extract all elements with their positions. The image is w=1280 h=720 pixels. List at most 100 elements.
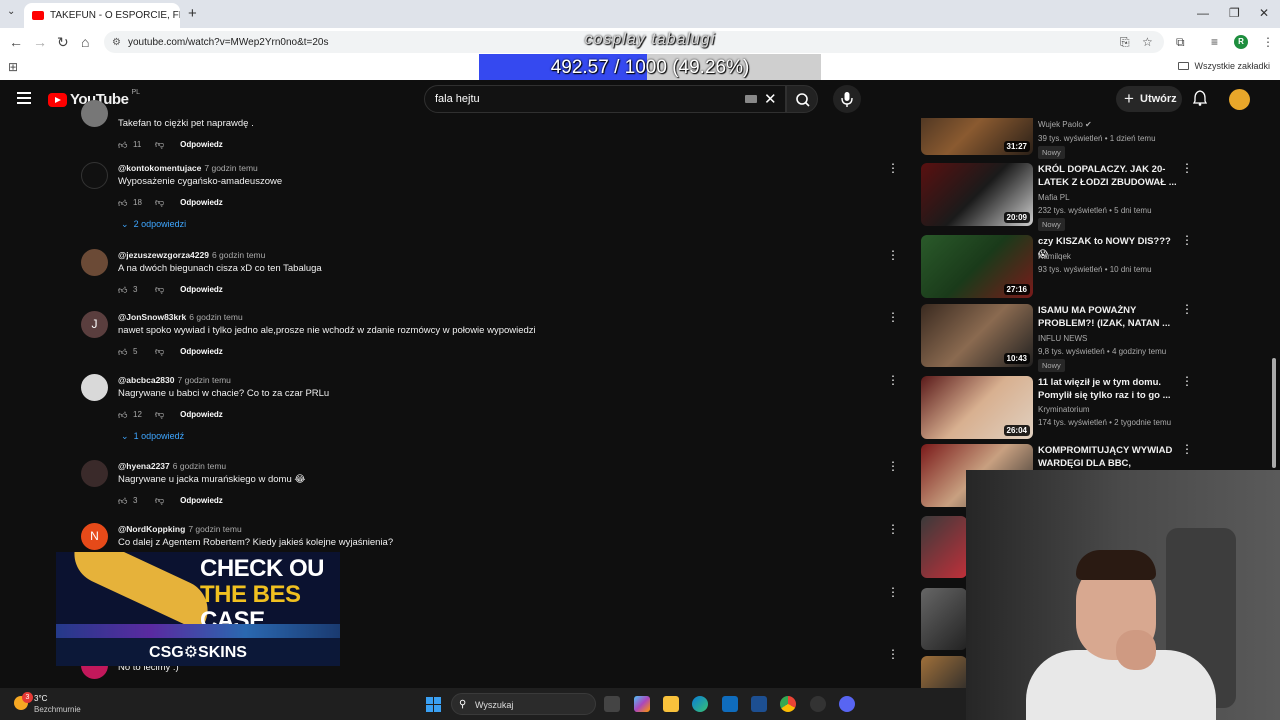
like-icon[interactable]: 👍︎ [118,285,128,295]
commenter-avatar[interactable]: N [81,523,108,550]
comment-author[interactable]: @jezuszewzgorza4229 6 godzin temu [118,250,265,260]
like-icon[interactable]: 👍︎ [118,347,128,357]
home-icon[interactable]: ⌂ [81,34,89,50]
chrome-icon[interactable] [780,696,796,712]
commenter-avatar[interactable] [81,374,108,401]
comment-more-icon[interactable]: ⋮ [887,586,899,598]
extensions-icon[interactable]: ⧉ [1176,35,1185,50]
video-channel[interactable]: Wujek Paolo ✔ [1038,120,1092,129]
browser-tab[interactable]: TAKEFUN - O ESPORCIE, FREAK ✕ [24,3,180,28]
new-tab-icon[interactable]: + [188,5,197,22]
weather-widget[interactable]: 3 3°C Bezchmurnie [12,692,92,716]
apps-grid-icon[interactable]: ⊞ [8,60,18,74]
commenter-avatar[interactable] [81,460,108,487]
media-controls-icon[interactable]: ≡ [1211,35,1218,49]
video-title[interactable]: 11 lat więził je w tym domu. Pomylił się… [1038,376,1178,402]
comment-author[interactable]: @abcbca2830 7 godzin temu [118,375,231,385]
store-icon[interactable] [751,696,767,712]
dislike-icon[interactable]: 👎︎ [155,495,164,506]
like-icon[interactable]: 👍︎ [118,140,128,150]
comment-author[interactable]: @JonSnow83krk 6 godzin temu [118,312,243,322]
install-app-icon[interactable]: ⎘ [1120,35,1130,50]
notifications-bell-icon[interactable] [1193,90,1207,106]
comment-more-icon[interactable]: ⋮ [887,460,899,472]
comment-more-icon[interactable]: ⋮ [887,249,899,261]
video-thumbnail[interactable]: 26:04 [921,376,1033,439]
reload-icon[interactable]: ↻ [57,34,69,51]
like-icon[interactable]: 👍︎ [118,496,128,506]
minimize-icon[interactable]: — [1197,6,1209,20]
reply-button[interactable]: Odpowiedz [180,198,223,207]
taskbar-search[interactable]: ⚲ Wyszukaj [451,693,596,715]
windows-start-icon[interactable] [426,697,441,712]
show-replies-button[interactable]: ⌄ 2 odpowiedzi [121,219,186,230]
video-thumbnail[interactable]: 10:43 [921,304,1033,367]
comment-more-icon[interactable]: ⋮ [887,648,899,660]
dislike-icon[interactable]: 👎︎ [155,197,164,208]
recommended-video[interactable]: 27:16 czy KISZAK to NOWY DIS??? 😱 Kamilq… [920,234,1270,301]
copilot-icon[interactable] [634,696,650,712]
reply-button[interactable]: Odpowiedz [180,410,223,419]
forward-icon[interactable]: → [33,34,47,50]
video-thumbnail[interactable]: 27:16 [921,235,1033,298]
tab-search-icon[interactable]: ⌄ [7,6,15,17]
comment-more-icon[interactable]: ⋮ [887,162,899,174]
video-more-icon[interactable]: ⋮ [1181,162,1193,174]
recommended-video[interactable]: 20:09 KRÓL DOPALACZY. JAK 20-LATEK Z ŁOD… [920,162,1270,231]
task-view-icon[interactable] [604,696,620,712]
outlook-icon[interactable] [722,696,738,712]
video-more-icon[interactable]: ⋮ [1181,234,1193,246]
create-button[interactable]: + Utwórz [1116,86,1182,112]
chrome-menu-icon[interactable]: ⋮ [1262,35,1274,49]
video-title[interactable]: KRÓL DOPALACZY. JAK 20-LATEK Z ŁODZI ZBU… [1038,163,1178,189]
reply-button[interactable]: Odpowiedz [180,285,223,294]
video-thumbnail[interactable] [921,656,967,688]
video-channel[interactable]: Mafia PL [1038,193,1070,202]
video-more-icon[interactable]: ⋮ [1181,443,1193,455]
recommended-video[interactable]: 26:04 11 lat więził je w tym domu. Pomyl… [920,375,1270,442]
close-window-icon[interactable]: ✕ [1259,6,1269,20]
obs-icon[interactable] [810,696,826,712]
commenter-avatar[interactable] [81,162,108,189]
bookmark-star-icon[interactable]: ☆ [1142,35,1153,49]
all-bookmarks-button[interactable]: Wszystkie zakładki [1178,61,1270,71]
commenter-avatar[interactable] [81,249,108,276]
video-channel[interactable]: Kamilqek [1038,252,1071,261]
reply-button[interactable]: Odpowiedz [180,140,223,149]
edge-icon[interactable] [692,696,708,712]
video-thumbnail[interactable]: 31:27 [921,118,1033,155]
comment-more-icon[interactable]: ⋮ [887,311,899,323]
reply-button[interactable]: Odpowiedz [180,496,223,505]
video-thumbnail[interactable]: 20:09 [921,163,1033,226]
commenter-avatar[interactable]: J [81,311,108,338]
dislike-icon[interactable]: 👎︎ [155,346,164,357]
comment-more-icon[interactable]: ⋮ [887,523,899,535]
file-explorer-icon[interactable] [663,696,679,712]
video-title[interactable]: ISAMU MA POWAŻNY PROBLEM?! (IZAK, NATAN … [1038,304,1178,330]
commenter-avatar[interactable] [81,100,108,127]
like-icon[interactable]: 👍︎ [118,410,128,420]
recommended-video[interactable]: 31:27 Wujek Paolo ✔ 39 tys. wyświetleń •… [920,118,1270,159]
video-channel[interactable]: INFLU NEWS [1038,334,1087,343]
video-channel[interactable]: Kryminatorium [1038,405,1090,414]
back-icon[interactable]: ← [9,34,23,50]
video-more-icon[interactable]: ⋮ [1181,303,1193,315]
discord-icon[interactable] [839,696,855,712]
comment-author[interactable]: @kontokomentujace 7 godzin temu [118,163,258,173]
video-more-icon[interactable]: ⋮ [1181,375,1193,387]
show-replies-button[interactable]: ⌄ 1 odpowiedź [121,431,184,442]
maximize-icon[interactable]: ❐ [1229,6,1240,20]
comment-author[interactable]: @NordKoppking 7 godzin temu [118,524,242,534]
profile-avatar[interactable]: R [1234,35,1248,49]
site-info-icon[interactable]: ⚙ [112,37,121,48]
like-icon[interactable]: 👍︎ [118,198,128,208]
comment-author[interactable]: @hyena2237 6 godzin temu [118,461,226,471]
comment-more-icon[interactable]: ⋮ [887,374,899,386]
dislike-icon[interactable]: 👎︎ [155,284,164,295]
page-scrollbar[interactable] [1272,358,1276,468]
account-avatar[interactable] [1229,89,1250,110]
video-thumbnail[interactable] [921,588,967,650]
recommended-video[interactable]: 10:43 ISAMU MA POWAŻNY PROBLEM?! (IZAK, … [920,303,1270,372]
reply-button[interactable]: Odpowiedz [180,347,223,356]
dislike-icon[interactable]: 👎︎ [155,409,164,420]
